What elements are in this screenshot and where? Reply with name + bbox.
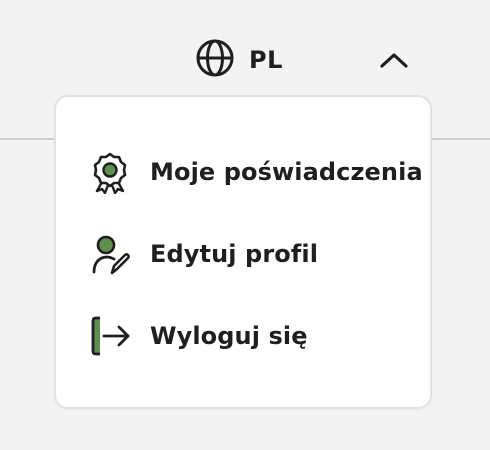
language-switcher[interactable]: PL <box>195 38 283 82</box>
user-edit-icon <box>88 232 132 276</box>
logout-icon <box>88 314 132 358</box>
account-menu-screen: PL Moje poświadczenia Edytuj profil Wylo… <box>0 0 490 450</box>
globe-icon <box>195 38 235 82</box>
menu-item-label: Wyloguj się <box>150 322 308 350</box>
menu-item-label: Edytuj profil <box>150 240 319 268</box>
menu-item-credentials[interactable]: Moje poświadczenia <box>88 147 423 197</box>
menu-item-edit-profile[interactable]: Edytuj profil <box>88 229 418 279</box>
menu-item-label: Moje poświadczenia <box>150 158 423 186</box>
menu-item-logout[interactable]: Wyloguj się <box>88 311 418 361</box>
language-label: PL <box>249 46 283 74</box>
chevron-up-icon[interactable] <box>378 46 410 74</box>
award-badge-icon <box>88 150 132 194</box>
user-dropdown-menu: Moje poświadczenia Edytuj profil Wyloguj… <box>54 95 432 409</box>
